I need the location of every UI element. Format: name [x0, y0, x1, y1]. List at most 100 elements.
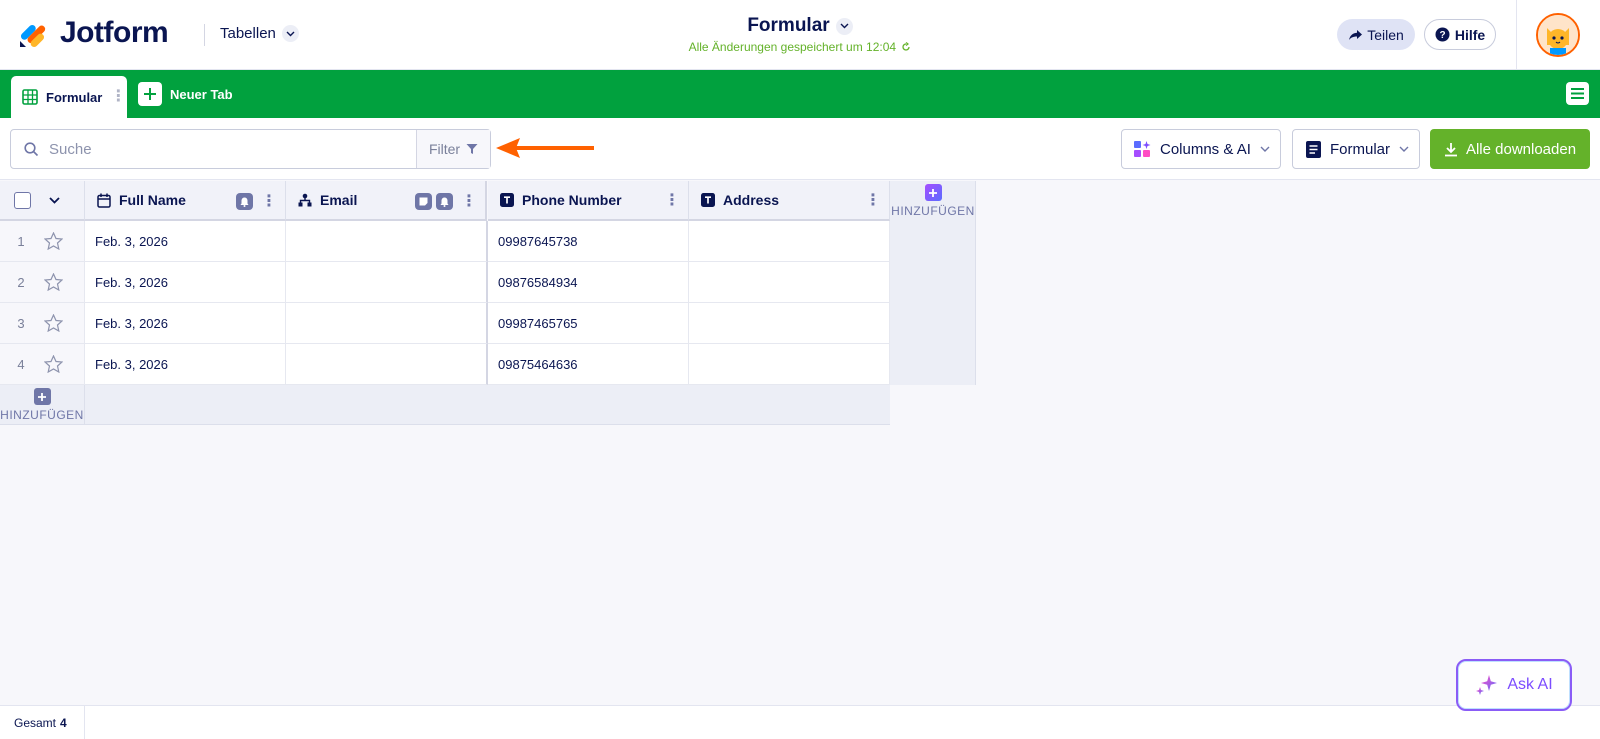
star-icon[interactable] [44, 232, 63, 250]
select-all-checkbox[interactable] [14, 191, 31, 209]
download-icon [1444, 142, 1457, 156]
note-icon[interactable] [415, 193, 432, 210]
tabellen-label: Tabellen [220, 25, 276, 42]
header-divider [1516, 0, 1517, 70]
tabellen-dropdown[interactable]: Tabellen [220, 25, 299, 42]
annotation-arrow-icon [496, 138, 594, 158]
jotform-logo[interactable]: Jotform [18, 16, 169, 50]
refresh-icon [902, 42, 911, 51]
select-all-header [0, 181, 85, 221]
ask-ai-button[interactable]: Ask AI [1456, 659, 1572, 711]
cell-email[interactable] [286, 344, 488, 385]
ask-ai-label: Ask AI [1507, 676, 1553, 693]
column-options-icon[interactable]: ⋮ [865, 193, 881, 209]
columns-ai-label: Columns & AI [1160, 140, 1251, 158]
column-header-email[interactable]: Email ⋮ [286, 181, 487, 221]
share-label: Teilen [1367, 26, 1404, 43]
cell-phone-number[interactable]: 09987465765 [488, 303, 689, 344]
row-number-cell: 3 [0, 303, 85, 344]
chevron-down-icon[interactable] [49, 196, 60, 204]
add-row-button[interactable]: HINZUFÜGEN [0, 385, 85, 425]
columns-ai-button[interactable]: Columns & AI [1121, 129, 1281, 169]
add-column-button[interactable]: HINZUFÜGEN [890, 184, 976, 218]
filter-button[interactable]: Filter [416, 130, 490, 168]
page-title: Formular [747, 15, 830, 36]
cell-phone-number[interactable]: 09876584934 [488, 262, 689, 303]
help-icon: ? [1435, 27, 1450, 42]
cell-email[interactable] [286, 262, 488, 303]
column-header-phone-number[interactable]: Phone Number ⋮ [488, 181, 689, 221]
save-status-text: Alle Änderungen gespeichert um 12:04 [688, 40, 897, 54]
new-tab-label: Neuer Tab [170, 86, 233, 102]
star-icon[interactable] [44, 355, 63, 373]
cell-full-name[interactable]: Feb. 3, 2026 [85, 344, 286, 385]
calendar-icon [97, 193, 111, 208]
text-icon [701, 193, 715, 207]
column-header-full-name[interactable]: Full Name ⋮ [85, 181, 286, 221]
chevron-down-icon [1260, 146, 1270, 152]
plus-icon [138, 82, 162, 106]
tab-bar: Formular ⋮ Neuer Tab [0, 70, 1600, 118]
header-divider [204, 24, 205, 46]
cell-email[interactable] [286, 221, 488, 262]
cell-email[interactable] [286, 303, 488, 344]
status-footer: Gesamt 4 [0, 705, 1600, 739]
tab-options-icon[interactable]: ⋮ [110, 89, 126, 105]
column-label: Address [723, 192, 780, 208]
download-all-button[interactable]: Alle downloaden [1430, 129, 1590, 169]
download-all-label: Alle downloaden [1465, 140, 1577, 158]
row-number: 2 [17, 274, 25, 290]
cat-avatar-icon [1538, 15, 1578, 55]
chevron-down-icon [1399, 146, 1409, 152]
column-options-icon[interactable]: ⋮ [461, 193, 477, 210]
column-options-icon[interactable]: ⋮ [664, 193, 680, 209]
plus-icon [33, 388, 51, 405]
column-label: Full Name [119, 192, 186, 208]
cell-phone-number[interactable]: 09987645738 [488, 221, 689, 262]
row-number: 3 [17, 315, 25, 331]
share-button[interactable]: Teilen [1337, 19, 1415, 50]
search-input[interactable] [49, 140, 389, 158]
cell-address[interactable] [689, 303, 890, 344]
star-icon[interactable] [44, 314, 63, 332]
view-selector-button[interactable]: Formular [1292, 129, 1420, 169]
cell-full-name[interactable]: Feb. 3, 2026 [85, 221, 286, 262]
cell-full-name[interactable]: Feb. 3, 2026 [85, 303, 286, 344]
column-label: Phone Number [522, 192, 622, 208]
cell-phone-number[interactable]: 09875464636 [488, 344, 689, 385]
new-tab-button[interactable]: Neuer Tab [138, 82, 233, 106]
column-header-address[interactable]: Address ⋮ [689, 181, 890, 221]
hierarchy-icon [298, 193, 312, 207]
help-button[interactable]: ? Hilfe [1424, 19, 1496, 50]
hamburger-menu-button[interactable] [1566, 82, 1589, 105]
search-box: Filter [10, 129, 491, 169]
share-arrow-icon [1349, 29, 1363, 40]
form-document-icon [1306, 140, 1321, 158]
row-number-cell: 4 [0, 344, 85, 385]
hamburger-icon [1571, 88, 1584, 99]
tab-formular[interactable]: Formular ⋮ [11, 76, 127, 118]
notification-bell-icon[interactable] [236, 193, 253, 210]
view-selector-label: Formular [1330, 140, 1391, 158]
cell-address[interactable] [689, 221, 890, 262]
row-number-cell: 1 [0, 221, 85, 262]
form-title-dropdown[interactable]: Formular [700, 15, 900, 37]
add-column-area: HINZUFÜGEN [890, 181, 976, 385]
cell-address[interactable] [689, 262, 890, 303]
search-icon [24, 141, 39, 156]
notification-bell-icon[interactable] [436, 193, 453, 210]
cell-full-name[interactable]: Feb. 3, 2026 [85, 262, 286, 303]
table-grid-icon [22, 89, 38, 105]
add-row-area: HINZUFÜGEN [0, 385, 890, 425]
cell-address[interactable] [689, 344, 890, 385]
total-value: 4 [60, 716, 67, 730]
avatar[interactable] [1536, 13, 1580, 57]
funnel-icon [466, 144, 478, 154]
star-icon[interactable] [44, 273, 63, 291]
plus-icon [924, 184, 942, 201]
jotform-logo-icon [20, 24, 46, 48]
app-header: Jotform Tabellen Formular Alle Änderunge… [0, 0, 1600, 70]
text-icon [500, 193, 514, 207]
column-options-icon[interactable]: ⋮ [261, 193, 277, 210]
chevron-down-icon [281, 25, 299, 42]
